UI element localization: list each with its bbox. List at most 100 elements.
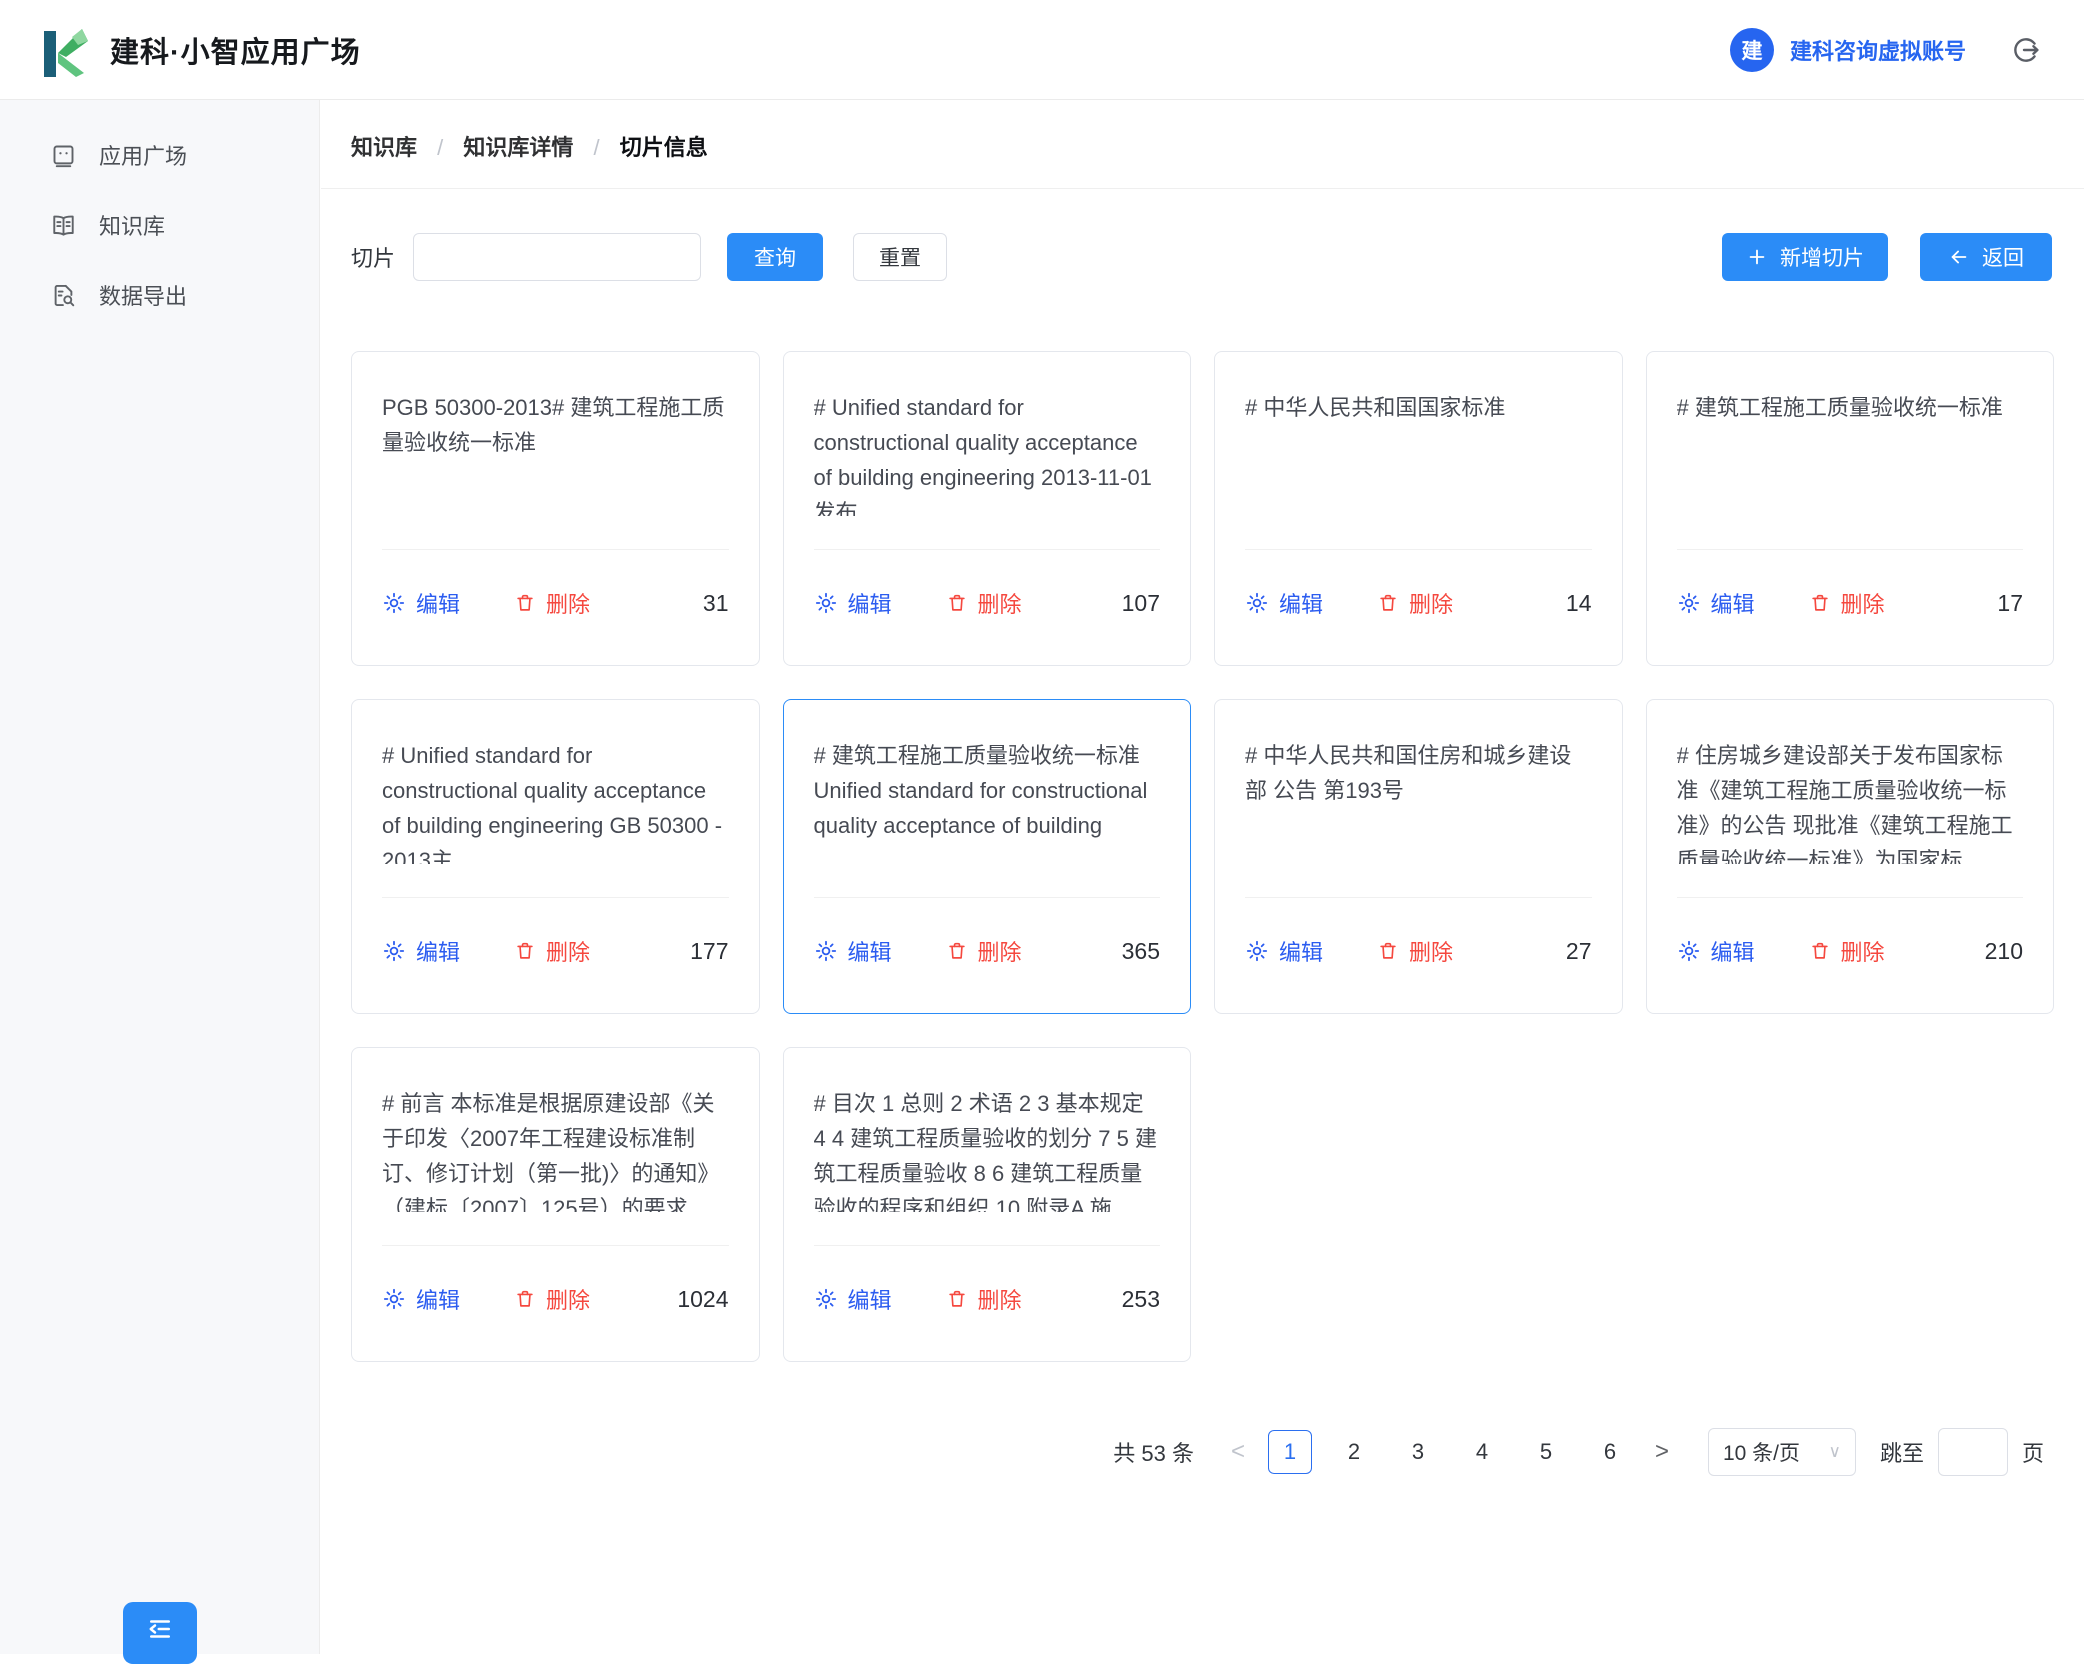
edit-button[interactable]: 编辑	[1245, 587, 1323, 619]
slice-card-text: # 建筑工程施工质量验收统一标准	[1677, 390, 2024, 516]
page-button-6[interactable]: 6	[1588, 1430, 1632, 1474]
card-divider	[814, 1245, 1161, 1246]
delete-label: 删除	[1841, 587, 1885, 619]
card-footer: 编辑 删除 31	[382, 574, 729, 632]
gear-icon	[814, 939, 838, 963]
edit-button[interactable]: 编辑	[1677, 935, 1755, 967]
sidebar: 应用广场 知识库 数据导出	[0, 100, 320, 1654]
gear-icon	[1245, 591, 1269, 615]
account-name[interactable]: 建科咨询虚拟账号	[1790, 34, 1966, 66]
edit-label: 编辑	[848, 1283, 892, 1315]
card-footer: 编辑 删除 107	[814, 574, 1161, 632]
arrow-left-icon	[1948, 246, 1970, 268]
page-button-1[interactable]: 1	[1268, 1430, 1312, 1474]
trash-icon	[1377, 592, 1399, 614]
edit-button[interactable]: 编辑	[382, 935, 460, 967]
slice-card[interactable]: # 中华人民共和国住房和城乡建设部 公告 第193号 编辑	[1214, 699, 1623, 1014]
trash-icon	[514, 1288, 536, 1310]
delete-button[interactable]: 删除	[514, 935, 590, 967]
gear-icon	[382, 1287, 406, 1311]
gear-icon	[1677, 591, 1701, 615]
reset-button[interactable]: 重置	[853, 233, 947, 281]
slice-card[interactable]: # 建筑工程施工质量验收统一标准 编辑	[1646, 351, 2055, 666]
slice-card[interactable]: # Unified standard for constructional qu…	[351, 699, 760, 1014]
delete-button[interactable]: 删除	[946, 935, 1022, 967]
delete-label: 删除	[546, 587, 590, 619]
page-size-select[interactable]: 10 条/页 ∨	[1708, 1428, 1856, 1476]
sidebar-item-label: 数据导出	[99, 279, 187, 311]
page-button-2[interactable]: 2	[1332, 1430, 1376, 1474]
slice-card-text: # Unified standard for constructional qu…	[814, 390, 1161, 516]
slice-card-text: # 住房城乡建设部关于发布国家标准《建筑工程施工质量验收统一标准》的公告 现批准…	[1677, 738, 2024, 864]
slice-card-text: # 目次 1 总则 2 术语 2 3 基本规定 4 4 建筑工程质量验收的划分 …	[814, 1086, 1161, 1212]
edit-button[interactable]: 编辑	[1245, 935, 1323, 967]
sidebar-item-knowledge-base[interactable]: 知识库	[0, 190, 319, 260]
breadcrumb-knowledge-base[interactable]: 知识库	[351, 135, 417, 160]
delete-label: 删除	[978, 587, 1022, 619]
delete-button[interactable]: 删除	[1377, 587, 1453, 619]
trash-icon	[946, 592, 968, 614]
edit-button[interactable]: 编辑	[814, 935, 892, 967]
card-footer: 编辑 删除 1024	[382, 1270, 729, 1328]
trash-icon	[514, 592, 536, 614]
card-divider	[814, 897, 1161, 898]
prev-page-button[interactable]: <	[1218, 1430, 1258, 1474]
page-button-5[interactable]: 5	[1524, 1430, 1568, 1474]
slice-card[interactable]: # 中华人民共和国国家标准 编辑	[1214, 351, 1623, 666]
sidebar-item-data-export[interactable]: 数据导出	[0, 260, 319, 330]
delete-button[interactable]: 删除	[1809, 935, 1885, 967]
card-footer: 编辑 删除 253	[814, 1270, 1161, 1328]
slice-card-text: # 前言 本标准是根据原建设部《关于印发〈2007年工程建设标准制订、修订计划（…	[382, 1086, 729, 1212]
page-button-3[interactable]: 3	[1396, 1430, 1440, 1474]
breadcrumb-separator: /	[437, 135, 443, 160]
delete-button[interactable]: 删除	[514, 587, 590, 619]
slice-card[interactable]: # 前言 本标准是根据原建设部《关于印发〈2007年工程建设标准制订、修订计划（…	[351, 1047, 760, 1362]
trash-icon	[946, 940, 968, 962]
edit-button[interactable]: 编辑	[382, 1283, 460, 1315]
slice-filter-input[interactable]	[413, 233, 701, 281]
slice-card[interactable]: # 目次 1 总则 2 术语 2 3 基本规定 4 4 建筑工程质量验收的划分 …	[783, 1047, 1192, 1362]
sidebar-collapse-button[interactable]	[123, 1602, 197, 1664]
page-button-4[interactable]: 4	[1460, 1430, 1504, 1474]
jump-page-input[interactable]	[1938, 1428, 2008, 1476]
avatar[interactable]: 建	[1730, 28, 1774, 72]
slice-count: 27	[1566, 938, 1592, 965]
slice-card[interactable]: # 建筑工程施工质量验收统一标准 Unified standard for co…	[783, 699, 1192, 1014]
edit-button[interactable]: 编辑	[1677, 587, 1755, 619]
edit-label: 编辑	[1279, 935, 1323, 967]
delete-button[interactable]: 删除	[514, 1283, 590, 1315]
sidebar-item-app-plaza[interactable]: 应用广场	[0, 120, 319, 190]
next-page-button[interactable]: >	[1642, 1430, 1682, 1474]
slice-count: 253	[1122, 1286, 1160, 1313]
slice-count: 210	[1985, 938, 2023, 965]
delete-button[interactable]: 删除	[946, 1283, 1022, 1315]
delete-label: 删除	[1409, 935, 1453, 967]
app-header: 建科·小智应用广场 建 建科咨询虚拟账号	[0, 0, 2084, 100]
breadcrumb-slice-info: 切片信息	[620, 135, 708, 160]
delete-button[interactable]: 删除	[1809, 587, 1885, 619]
slice-card[interactable]: # Unified standard for constructional qu…	[783, 351, 1192, 666]
slice-card-text: # 建筑工程施工质量验收统一标准 Unified standard for co…	[814, 738, 1161, 864]
slice-card[interactable]: PGB 50300-2013# 建筑工程施工质量验收统一标准 编辑	[351, 351, 760, 666]
search-button[interactable]: 查询	[727, 233, 823, 281]
back-button[interactable]: 返回	[1920, 233, 2052, 281]
logout-icon[interactable]	[2010, 34, 2042, 66]
delete-label: 删除	[978, 1283, 1022, 1315]
slice-count: 1024	[677, 1286, 728, 1313]
edit-button[interactable]: 编辑	[814, 587, 892, 619]
trash-icon	[1809, 592, 1831, 614]
delete-button[interactable]: 删除	[1377, 935, 1453, 967]
delete-label: 删除	[978, 935, 1022, 967]
edit-label: 编辑	[416, 587, 460, 619]
edit-button[interactable]: 编辑	[814, 1283, 892, 1315]
slice-card[interactable]: # 住房城乡建设部关于发布国家标准《建筑工程施工质量验收统一标准》的公告 现批准…	[1646, 699, 2055, 1014]
card-divider	[814, 549, 1161, 550]
delete-button[interactable]: 删除	[946, 587, 1022, 619]
gear-icon	[814, 591, 838, 615]
slice-count: 31	[703, 590, 729, 617]
sidebar-item-label: 应用广场	[99, 139, 187, 171]
slice-count: 365	[1122, 938, 1160, 965]
breadcrumb-kb-detail[interactable]: 知识库详情	[463, 135, 573, 160]
add-slice-button[interactable]: 新增切片	[1722, 233, 1888, 281]
edit-button[interactable]: 编辑	[382, 587, 460, 619]
